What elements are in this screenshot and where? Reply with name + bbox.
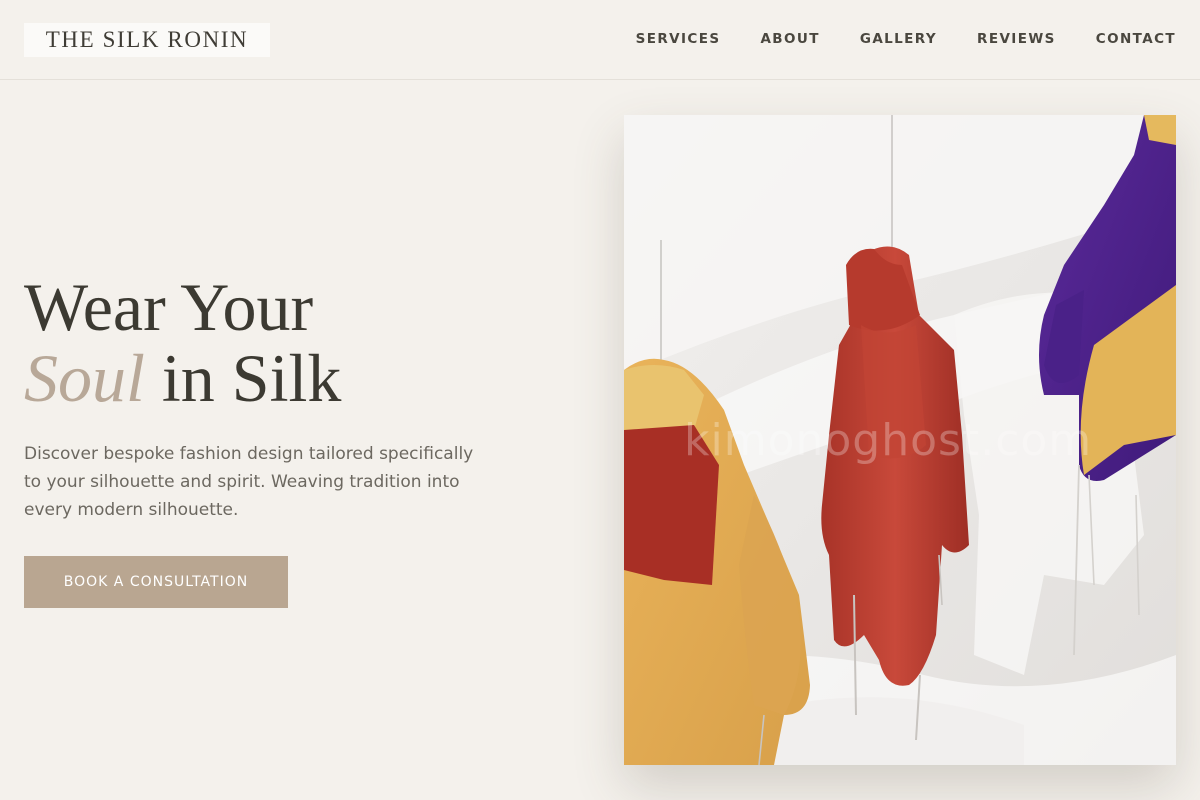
hanging-jackets-illustration (624, 115, 1176, 765)
main-nav: SERVICES ABOUT GALLERY REVIEWS CONTACT (636, 0, 1176, 78)
book-consultation-button[interactable]: BOOK A CONSULTATION (24, 556, 288, 608)
site-header: THE SILK RONIN SERVICES ABOUT GALLERY RE… (0, 0, 1200, 80)
site-logo[interactable]: THE SILK RONIN (24, 23, 270, 57)
nav-link-services[interactable]: SERVICES (636, 31, 721, 47)
hero-image: kimonoghost.com (624, 115, 1176, 765)
nav-link-about[interactable]: ABOUT (760, 31, 819, 47)
nav-link-reviews[interactable]: REVIEWS (977, 31, 1056, 47)
nav-link-contact[interactable]: CONTACT (1096, 31, 1176, 47)
hero-title: Wear Your Soul in Silk (24, 272, 584, 414)
hero-title-rest: in Silk (144, 340, 342, 416)
hero-description: Discover bespoke fashion design tailored… (24, 444, 474, 520)
hero-title-line1: Wear Your (24, 269, 314, 345)
nav-link-gallery[interactable]: GALLERY (860, 31, 937, 47)
hero-title-accent: Soul (24, 340, 145, 416)
